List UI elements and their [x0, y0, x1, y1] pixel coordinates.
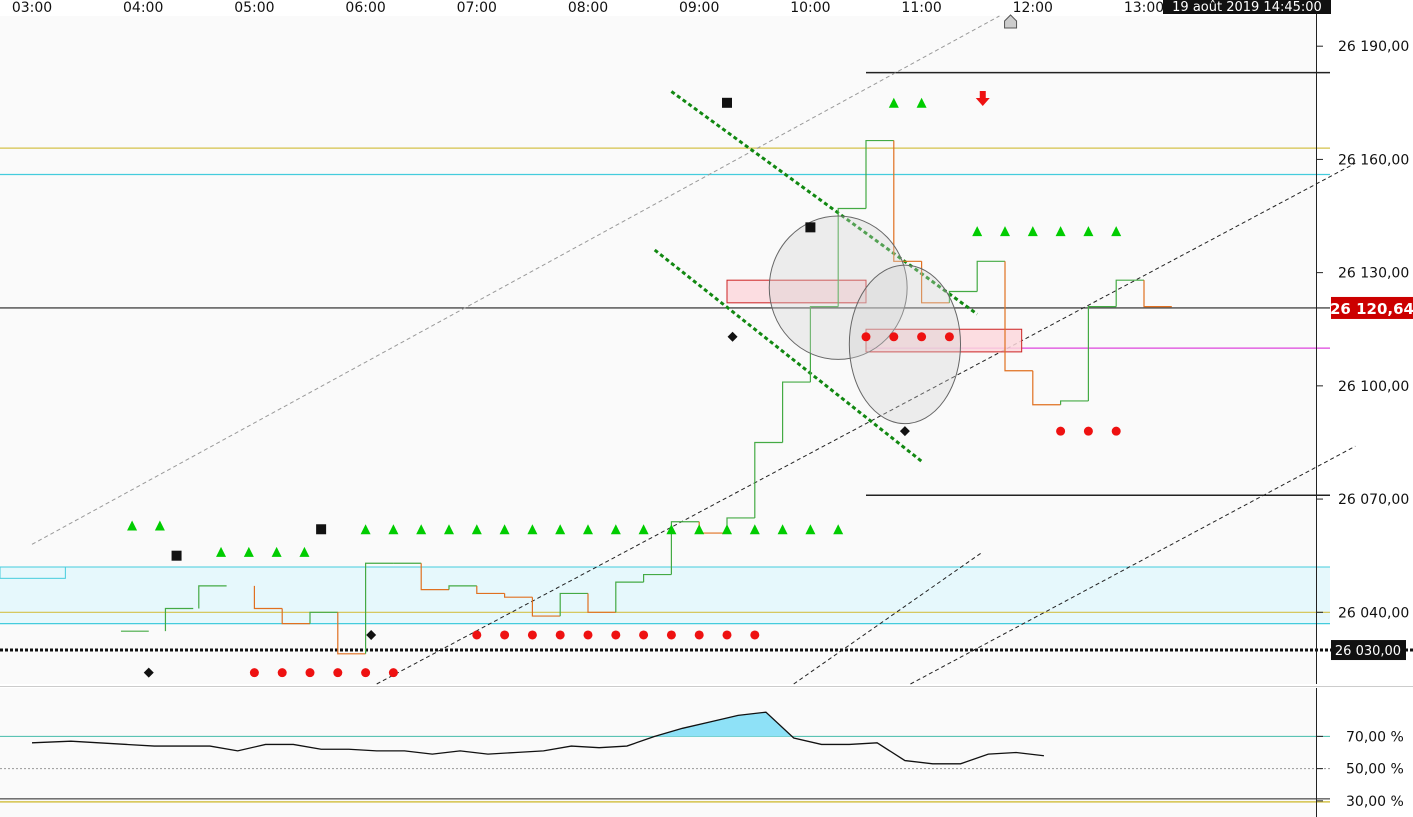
- sell-signal-dot: [861, 332, 871, 342]
- sell-signal-dot: [694, 630, 704, 640]
- time-axis-label: 09:00: [679, 0, 719, 16]
- time-axis-label: 06:00: [345, 0, 385, 16]
- sell-signal-dot: [555, 630, 565, 640]
- last-price-label: 26 120,64: [1330, 300, 1413, 318]
- black-square-marker: [171, 550, 182, 561]
- sell-signal-dot: [500, 630, 510, 640]
- time-axis-label: 05:00: [234, 0, 274, 16]
- black-square-marker: [316, 524, 327, 535]
- time-axis-label: 07:00: [457, 0, 497, 16]
- price-axis-label: 26 100,00: [1338, 379, 1409, 395]
- oscillator-plot-background: [0, 688, 1317, 817]
- price-axis-label: 26 130,00: [1338, 266, 1409, 282]
- sell-signal-dot: [361, 668, 371, 678]
- support-zone: [0, 567, 1330, 624]
- time-axis-label: 08:00: [568, 0, 608, 16]
- current-datetime-label: 19 août 2019 14:45:00: [1172, 0, 1322, 15]
- black-square-marker: [722, 97, 732, 108]
- time-axis-label: 04:00: [123, 0, 163, 16]
- sell-signal-dot: [277, 668, 287, 678]
- price-axis-label: 26 070,00: [1338, 492, 1409, 508]
- sell-signal-dot: [666, 630, 676, 640]
- chart-canvas[interactable]: 03:00 04:00 05:00 06:00 07:00 08:00 09:00 10:00…: [0, 0, 1413, 817]
- sell-signal-dot: [472, 630, 482, 640]
- support-zone-layer: [0, 566, 1330, 624]
- sell-signal-dot: [722, 630, 732, 640]
- sell-signal-dot: [388, 668, 398, 678]
- sell-signal-dot: [333, 668, 343, 678]
- sell-signal-dot: [583, 630, 593, 640]
- sell-signal-dot: [305, 668, 315, 678]
- chart-root: 03:00 04:00 05:00 06:00 07:00 08:00 09:00 10:00…: [0, 0, 1413, 817]
- sell-signal-dot: [249, 668, 259, 678]
- sell-signal-dot: [1056, 426, 1066, 436]
- sell-signal-dot: [889, 332, 899, 342]
- oscillator-axis-label: 30,00 %: [1346, 794, 1404, 810]
- sell-signal-dot: [611, 630, 621, 640]
- price-axis-label: 26 160,00: [1338, 152, 1409, 168]
- sell-signal-dot: [750, 630, 760, 640]
- sell-signal-dot: [917, 332, 927, 342]
- time-axis-label: 13:00: [1124, 0, 1164, 16]
- sell-signal-dot: [1083, 426, 1093, 436]
- oscillator-axis-label: 50,00 %: [1346, 762, 1404, 778]
- dotted-level-label: 26 030,00: [1335, 644, 1401, 659]
- sell-signal-dot: [944, 332, 954, 342]
- time-axis-label: 03:00: [12, 0, 52, 16]
- oscillator-axis-label: 70,00 %: [1346, 729, 1404, 745]
- price-axis-label: 26 190,00: [1338, 39, 1409, 55]
- time-axis-label: 10:00: [790, 0, 830, 16]
- sell-signal-dot: [639, 630, 649, 640]
- sell-signal-dot: [1111, 426, 1121, 436]
- price-axis-label: 26 040,00: [1338, 605, 1409, 621]
- highlight-ellipse[interactable]: [848, 264, 962, 425]
- black-square-marker: [805, 222, 816, 233]
- time-axis-label: 11:00: [901, 0, 941, 16]
- sell-signal-dot: [527, 630, 537, 640]
- time-axis-label: 12:00: [1013, 0, 1053, 16]
